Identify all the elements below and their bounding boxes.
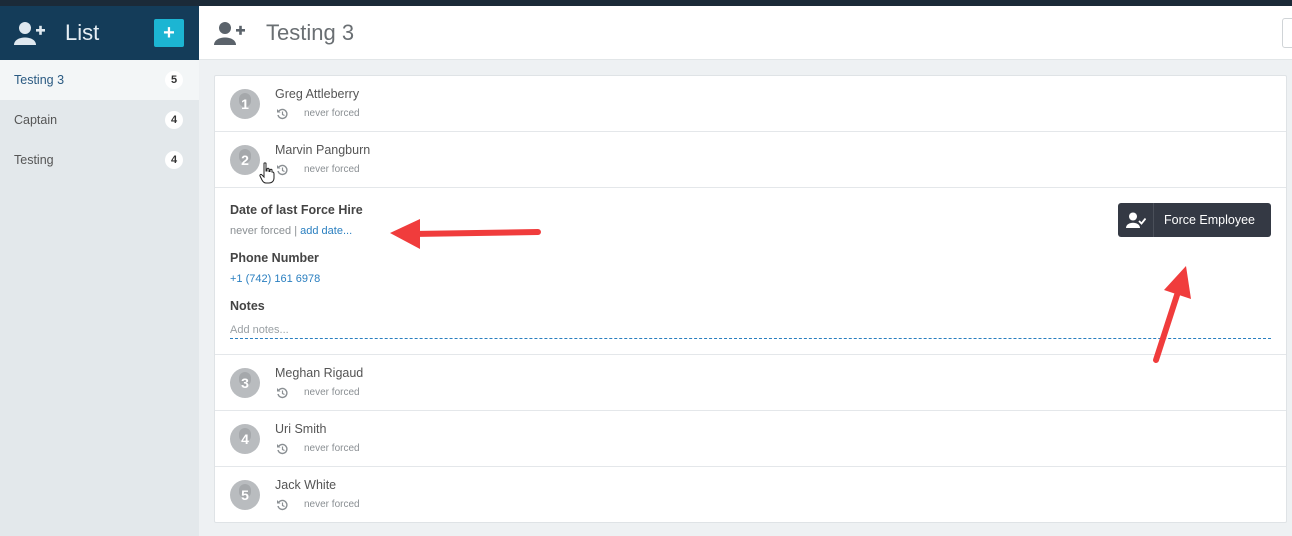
rank-number: 1 (241, 96, 249, 112)
force-employee-label: Force Employee (1164, 213, 1256, 227)
employee-row[interactable]: 1 Greg Attleberry never forced (215, 76, 1286, 132)
employee-name: Marvin Pangburn (275, 143, 371, 157)
avatar: 4 (230, 424, 260, 454)
force-status: never forced (304, 499, 360, 510)
force-status: never forced (304, 108, 360, 119)
sidebar-item-label: Testing 3 (14, 73, 65, 87)
employee-row[interactable]: 5 Jack White never forced (215, 467, 1286, 523)
notes-input[interactable] (230, 321, 1271, 339)
add-date-link[interactable]: add date... (300, 225, 352, 237)
add-user-icon (14, 19, 48, 47)
avatar: 5 (230, 480, 260, 510)
employee-row[interactable]: 3 Meghan Rigaud never forced (215, 355, 1286, 411)
add-list-button[interactable]: + (154, 19, 184, 47)
sidebar-item-count: 5 (165, 71, 183, 89)
history-icon (277, 108, 288, 120)
avatar: 2 (230, 145, 260, 175)
avatar: 3 (230, 368, 260, 398)
sidebar-item-count: 4 (165, 151, 183, 169)
sidebar: Testing 3 5 Captain 4 Testing 4 (0, 60, 199, 536)
employee-row[interactable]: 4 Uri Smith never forced (215, 411, 1286, 467)
sidebar-item-count: 4 (165, 111, 183, 129)
rank-number: 2 (241, 152, 249, 168)
sidebar-title: List (65, 20, 100, 45)
sidebar-header: List + (0, 6, 199, 60)
employee-name: Uri Smith (275, 422, 327, 436)
force-status: never forced (304, 387, 360, 398)
employee-name: Meghan Rigaud (275, 366, 364, 380)
employee-name: Jack White (275, 478, 337, 492)
hand-cursor-icon (259, 162, 275, 184)
history-icon (277, 164, 288, 176)
last-force-label: Date of last Force Hire (230, 203, 363, 217)
separator: | (294, 225, 298, 237)
notes-label: Notes (230, 299, 265, 313)
force-status: never forced (304, 164, 360, 175)
phone-link[interactable]: +1 (742) 161 6978 (230, 273, 320, 285)
sidebar-item-label: Testing (14, 153, 54, 167)
force-employee-button[interactable]: Force Employee (1118, 203, 1271, 237)
page-title: Testing 3 (266, 19, 355, 45)
rank-number: 4 (241, 431, 249, 447)
phone-label: Phone Number (230, 251, 319, 265)
employee-list: 1 Greg Attleberry never forced 2 Marvin … (214, 75, 1287, 523)
rank-number: 5 (241, 487, 249, 503)
add-user-icon (214, 19, 246, 47)
history-icon (277, 443, 288, 455)
employee-name: Greg Attleberry (275, 87, 360, 101)
employee-row[interactable]: 2 Marvin Pangburn never forced (215, 132, 1286, 188)
history-icon (277, 499, 288, 511)
rank-number: 3 (241, 375, 249, 391)
employee-detail-panel: Date of last Force Hire never forced | a… (215, 188, 1286, 355)
sidebar-item-label: Captain (14, 113, 58, 127)
user-check-icon (1118, 203, 1154, 237)
sidebar-item-testing-3[interactable]: Testing 3 5 (0, 60, 199, 100)
sidebar-item-testing[interactable]: Testing 4 (0, 140, 199, 180)
header-control[interactable] (1282, 18, 1292, 48)
sidebar-item-captain[interactable]: Captain 4 (0, 100, 199, 140)
force-status: never forced (304, 443, 360, 454)
main-header: Testing 3 (199, 6, 1292, 60)
last-force-value: never forced | add date... (230, 225, 352, 237)
history-icon (277, 387, 288, 399)
avatar: 1 (230, 89, 260, 119)
last-force-text: never forced (230, 225, 292, 237)
